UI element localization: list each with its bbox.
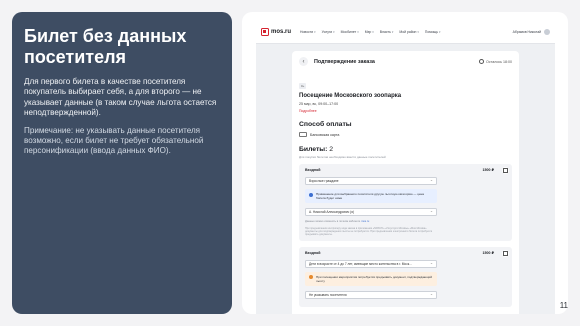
user-name: Абрамов Николай bbox=[512, 29, 541, 34]
visitor-select[interactable]: Не указывать посетителя ⌄ bbox=[305, 290, 437, 299]
order-title: Подтверждение заказа bbox=[314, 58, 375, 65]
screenshot-panel: mos.ru Новости ▾ Услуги ▾ Мосбилет ▾ Мэр ▾ В… bbox=[242, 12, 568, 314]
nav-item-mosbilet[interactable]: Мосбилет ▾ bbox=[341, 30, 359, 34]
payment-method[interactable]: Банковская карта bbox=[299, 132, 512, 137]
chevron-down-icon: ⌄ bbox=[429, 261, 433, 266]
order-timer: Осталось 18:00 bbox=[479, 59, 512, 64]
back-button[interactable]: ‹ bbox=[299, 57, 308, 66]
category-select[interactable]: Дети в возрасте от 4 до 7 лет, имеющие м… bbox=[305, 259, 437, 268]
nav-label: Власть bbox=[379, 29, 391, 34]
profile-link[interactable]: mos.ru bbox=[361, 220, 369, 223]
user-menu[interactable]: Абрамов Николай bbox=[512, 28, 550, 35]
nav-item-mayor[interactable]: Мэр ▾ bbox=[365, 30, 374, 34]
nav-item-district[interactable]: Мой район ▾ bbox=[399, 30, 419, 34]
nav-label: Услуги bbox=[321, 29, 333, 34]
order-card: ‹ Подтверждение заказа Осталось 18:00 0+… bbox=[292, 51, 519, 314]
main-nav: Новости ▾ Услуги ▾ Мосбилет ▾ Мэр ▾ Власть ▾ … bbox=[300, 30, 513, 34]
slide-note: Примечание: не указывать данные посетите… bbox=[24, 125, 204, 156]
warning-icon bbox=[309, 275, 313, 280]
chevron-down-icon: ▾ bbox=[439, 29, 441, 34]
chevron-down-icon: ▾ bbox=[417, 29, 419, 34]
delete-ticket-button[interactable] bbox=[502, 167, 509, 174]
nav-label: Новости bbox=[300, 29, 314, 34]
clock-icon bbox=[479, 59, 484, 64]
ticket-price: 1500 ₽ bbox=[482, 168, 495, 172]
logo-text: mos.ru bbox=[271, 28, 292, 35]
ticket-label: Входной bbox=[305, 168, 321, 172]
nav-item-help[interactable]: Помощь ▾ bbox=[425, 30, 441, 34]
nav-label: Мосбилет bbox=[340, 29, 357, 34]
page-number: 11 bbox=[559, 301, 568, 310]
nav-item-news[interactable]: Новости ▾ bbox=[300, 30, 316, 34]
event-title: Посещение Московского зоопарка bbox=[299, 93, 402, 99]
tickets-heading-label: Билеты: bbox=[299, 146, 328, 153]
chevron-down-icon: ⌄ bbox=[429, 178, 433, 183]
nav-label: Мой район bbox=[399, 29, 417, 34]
chevron-down-icon: ▾ bbox=[357, 29, 359, 34]
tickets-count: 2 bbox=[329, 146, 334, 153]
chevron-down-icon: ⌄ bbox=[429, 292, 433, 297]
category-select[interactable]: Взрослые граждане ⌄ bbox=[305, 177, 437, 185]
chevron-down-icon: ⌄ bbox=[429, 209, 433, 214]
chevron-down-icon: ▾ bbox=[333, 29, 335, 34]
category-value: Дети в возрасте от 4 до 7 лет, имеющие м… bbox=[309, 261, 412, 266]
delete-ticket-button[interactable] bbox=[502, 249, 509, 257]
ticket-price: 1500 ₽ bbox=[482, 250, 495, 255]
payment-heading: Способ оплаты bbox=[299, 121, 352, 128]
discount-info-alert: Применение для выбранного посетителя дру… bbox=[305, 189, 437, 203]
order-header: ‹ Подтверждение заказа Осталось 18:00 bbox=[299, 57, 512, 66]
visitor-value: Не указывать посетителя bbox=[309, 292, 347, 297]
event-date: 25 мар, вс, 09:00–17:00 bbox=[299, 102, 339, 106]
timer-text: Осталось 18:00 bbox=[486, 59, 512, 64]
chevron-left-icon: ‹ bbox=[302, 58, 305, 65]
age-rating-badge: 0+ bbox=[299, 83, 307, 89]
profile-hint-text: Данные можно изменить в личном кабинете bbox=[305, 220, 361, 223]
avatar bbox=[544, 28, 550, 35]
ticket-card-1: Входной 1500 ₽ Взрослые граждане ⌄ Приме… bbox=[299, 164, 512, 241]
category-value: Взрослые граждане bbox=[309, 179, 339, 183]
alert-text: Применение для выбранного посетителя дру… bbox=[316, 192, 424, 200]
tickets-hint: Для покупки билетов необходимо ввести да… bbox=[299, 155, 386, 159]
visitor-value: А. Николай Александрович (я) bbox=[309, 210, 355, 214]
ticket-card-2: Входной 1500 ₽ Дети в возрасте от 4 до 7… bbox=[299, 246, 512, 307]
browser-window: mos.ru Новости ▾ Услуги ▾ Мосбилет ▾ Мэр ▾ В… bbox=[256, 20, 555, 314]
tickets-heading: Билеты: 2 bbox=[299, 146, 512, 153]
nav-label: Помощь bbox=[424, 29, 439, 34]
visitor-select[interactable]: А. Николай Александрович (я) ⌄ bbox=[305, 208, 437, 216]
ticket-header: Входной 1500 ₽ bbox=[305, 251, 506, 255]
nav-item-services[interactable]: Услуги ▾ bbox=[322, 30, 335, 34]
document-warning-alert: При посещении мероприятия потребуется пр… bbox=[305, 271, 437, 286]
slide-title: Билет без данных посетителя bbox=[24, 26, 187, 67]
details-link[interactable]: Подробнее bbox=[299, 109, 512, 113]
nav-item-government[interactable]: Власть ▾ bbox=[380, 30, 394, 34]
ticket-header: Входной 1500 ₽ bbox=[305, 168, 506, 172]
ticket-label: Входной bbox=[305, 250, 321, 255]
payment-method-label: Банковская карта bbox=[310, 132, 340, 137]
bank-card-icon bbox=[299, 132, 307, 137]
alert-text: При посещении мероприятия потребуется пр… bbox=[316, 274, 432, 283]
chevron-down-icon: ▾ bbox=[391, 29, 394, 34]
site-header: mos.ru Новости ▾ Услуги ▾ Мосбилет ▾ Мэр ▾ В… bbox=[256, 20, 555, 44]
slide-text-panel: Билет без данных посетителя Для первого … bbox=[12, 12, 232, 314]
documents-notice: При предъявлении контролеру кода заказа … bbox=[305, 226, 433, 237]
info-icon bbox=[309, 192, 313, 197]
slide-description: Для первого билета в качестве посетителя… bbox=[24, 77, 217, 118]
mos-logo-icon bbox=[261, 27, 269, 36]
nav-label: Мэр bbox=[364, 29, 372, 34]
profile-hint: Данные можно изменить в личном кабинете … bbox=[305, 220, 437, 224]
site-logo[interactable]: mos.ru bbox=[261, 27, 292, 36]
chevron-down-icon: ▾ bbox=[314, 29, 316, 34]
chevron-down-icon: ▾ bbox=[372, 29, 374, 34]
